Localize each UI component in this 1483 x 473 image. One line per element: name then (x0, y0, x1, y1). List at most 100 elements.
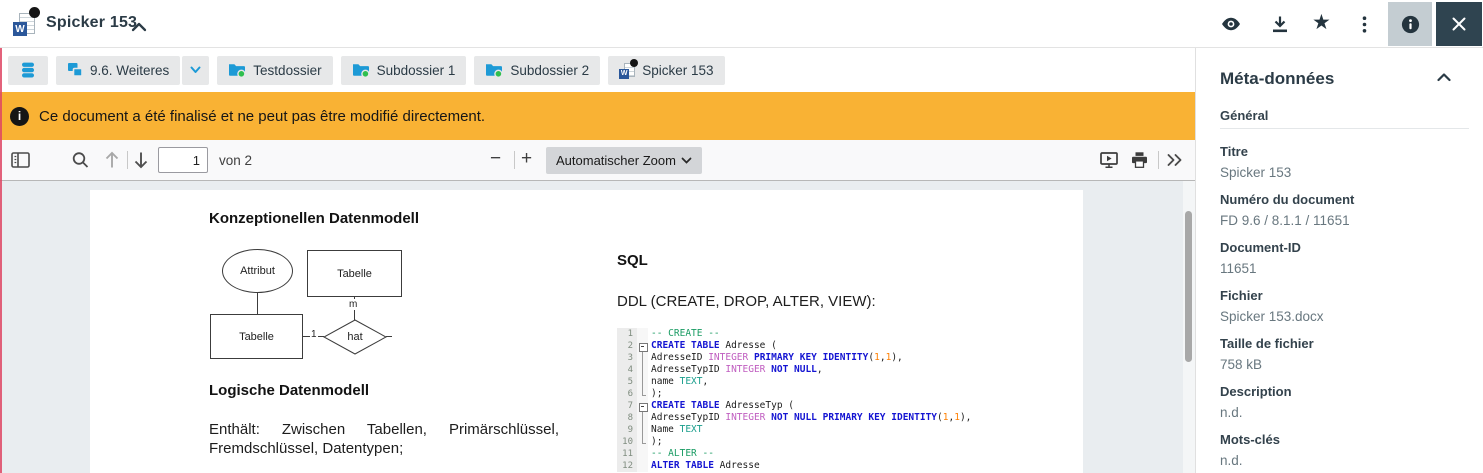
fold-marker (637, 388, 648, 400)
line-number: 3 (617, 352, 637, 364)
line-number: 7 (617, 400, 637, 412)
metadata-fields: Titre Spicker 153 Numéro du documentFD 9.6… (1220, 144, 1469, 473)
code-text: AdresseTypID INTEGER NOT NULL, (648, 364, 823, 376)
fold-marker (637, 436, 648, 448)
breadcrumb-label: Testdossier (253, 63, 321, 78)
print-icon[interactable] (1131, 152, 1148, 169)
metadata-label: Fichier (1220, 288, 1469, 304)
registry-plan-icon (67, 62, 83, 78)
search-icon[interactable] (72, 152, 89, 169)
line-number: 8 (617, 412, 637, 424)
metadata-label: Taille de fichier (1220, 336, 1469, 352)
info-panel-button[interactable] (1388, 2, 1432, 46)
word-document-icon: W (13, 11, 35, 36)
code-line: 11-- ALTER -- (617, 448, 993, 460)
breadcrumb-label: Subdossier 2 (510, 63, 589, 78)
metadata-sidebar: Méta-données Général TitreSpicker 153Num… (1195, 48, 1483, 473)
cardinality-1-label: 1 (310, 329, 318, 340)
metadata-value: 758 kB (1220, 357, 1469, 373)
pdf-viewer-area: Konzeptionellen Datenmodell Attribut Tab… (0, 181, 1195, 473)
code-text: -- CREATE -- (648, 328, 720, 340)
line-number: 10 (617, 436, 637, 448)
viewer-scrollbar-track[interactable] (1183, 181, 1195, 473)
zoom-level-select[interactable]: Automatischer Zoom (546, 147, 702, 174)
fold-marker (637, 400, 648, 412)
code-line: 1 -- CREATE -- (617, 328, 993, 340)
code-text: AdresseTypID INTEGER NOT NULL PRIMARY KE… (648, 412, 971, 424)
metadata-value: Spicker 153.docx (1220, 309, 1469, 325)
breadcrumb-item-root[interactable] (8, 56, 48, 85)
diagram-entity-bottom: Tabelle (210, 314, 303, 359)
page-number-input[interactable] (158, 147, 208, 173)
metadata-field-description: Descriptionn.d. (1220, 384, 1469, 421)
metadata-field-titre: Titre Spicker 153 (1220, 144, 1469, 181)
download-icon[interactable] (1271, 15, 1289, 33)
fold-marker (637, 376, 648, 388)
close-preview-button[interactable] (1436, 2, 1482, 46)
line-number: 2 (617, 340, 637, 352)
fold-margin (637, 460, 648, 472)
doc-heading-sql: SQL (617, 252, 648, 269)
code-line: 8 AdresseTypID INTEGER NOT NULL PRIMARY K… (617, 412, 993, 424)
breadcrumb-item-subdossier-2[interactable]: Subdossier 2 (474, 56, 600, 85)
pdf-page: Konzeptionellen Datenmodell Attribut Tab… (90, 190, 1083, 473)
code-text: ); (648, 436, 662, 448)
code-line: 6); (617, 388, 993, 400)
metadata-value: Spicker 153 (1220, 165, 1469, 181)
doc-heading-logical: Logische Datenmodell (209, 382, 369, 399)
doc-ddl-caption: DDL (CREATE, DROP, ALTER, VIEW): (617, 292, 997, 311)
doc-heading-conceptual: Konzeptionellen Datenmodell (209, 210, 419, 227)
fold-margin (637, 328, 648, 340)
line-number: 12 (617, 460, 637, 472)
doc-paragraph: Enthält: Zwischen Tabellen, Primärschlüs… (209, 420, 559, 458)
line-number: 1 (617, 328, 637, 340)
eye-icon[interactable] (1221, 17, 1241, 31)
folder-icon (352, 62, 370, 78)
breadcrumb-item-9-6-weiteres[interactable]: 9.6. Weiteres (56, 56, 180, 85)
metadata-field-num-ro-du-document: Numéro du documentFD 9.6 / 8.1.1 / 11651 (1220, 192, 1469, 229)
breadcrumb-item-testdossier[interactable]: Testdossier (217, 56, 332, 85)
breadcrumb-item-subdossier-1[interactable]: Subdossier 1 (341, 56, 467, 85)
cardinality-m-label: m (348, 299, 358, 310)
finalized-warning-banner: i Ce document a été finalisé et ne peut … (0, 92, 1195, 140)
status-dot-badge (29, 7, 40, 18)
next-page-icon[interactable] (133, 151, 149, 169)
kebab-menu-icon[interactable] (1362, 16, 1367, 33)
breadcrumb-label: 9.6. Weiteres (90, 63, 169, 78)
viewer-scrollbar-thumb[interactable] (1185, 211, 1192, 362)
more-tools-chevrons-icon[interactable] (1166, 152, 1183, 168)
line-number: 6 (617, 388, 637, 400)
left-edge-accent (0, 48, 2, 473)
fold-marker (637, 412, 648, 424)
breadcrumb-item-spicker-153[interactable]: WSpicker 153 (608, 56, 724, 85)
presentation-mode-icon[interactable] (1100, 152, 1118, 169)
fold-marker (637, 352, 648, 364)
title-bar: W Spicker 153 ★ (0, 0, 1483, 48)
breadcrumb-dropdown-caret[interactable] (182, 56, 209, 85)
code-text: ); (648, 388, 662, 400)
metadata-field-taille-de-fichier: Taille de fichier 758 kB (1220, 336, 1469, 373)
diagram-relation-diamond: hat (323, 319, 387, 355)
collapse-metadata-chevron-up-icon[interactable] (1437, 73, 1451, 82)
code-text: ALTER TABLE Adresse (648, 460, 760, 472)
zoom-level-value: Automatischer Zoom (556, 153, 676, 168)
metadata-label: Titre (1220, 144, 1469, 160)
code-text: name TEXT, (648, 376, 708, 388)
fold-margin (637, 448, 648, 460)
database-icon (19, 61, 37, 79)
code-line: 10); (617, 436, 993, 448)
zoom-out-icon[interactable]: − (490, 149, 501, 168)
line-number: 11 (617, 448, 637, 460)
toggle-sidebar-icon[interactable] (11, 152, 30, 168)
sidebar-section-general: Général (1220, 108, 1268, 123)
collapse-header-chevron-up-icon[interactable] (131, 19, 147, 37)
breadcrumb-label: Subdossier 1 (377, 63, 456, 78)
star-icon[interactable]: ★ (1312, 12, 1331, 33)
fold-marker (637, 364, 648, 376)
zoom-in-icon[interactable]: + (521, 149, 532, 168)
sql-code-listing: 1-- CREATE --2CREATE TABLE Adresse (3Adr… (617, 328, 993, 472)
pdf-viewer-toolbar: von 2 − + Automatischer Zoom (0, 140, 1195, 181)
previous-page-icon[interactable] (104, 151, 120, 169)
code-line: 3AdresseID INTEGER PRIMARY KEY IDENTITY(… (617, 352, 993, 364)
code-line: 9Name TEXT (617, 424, 993, 436)
